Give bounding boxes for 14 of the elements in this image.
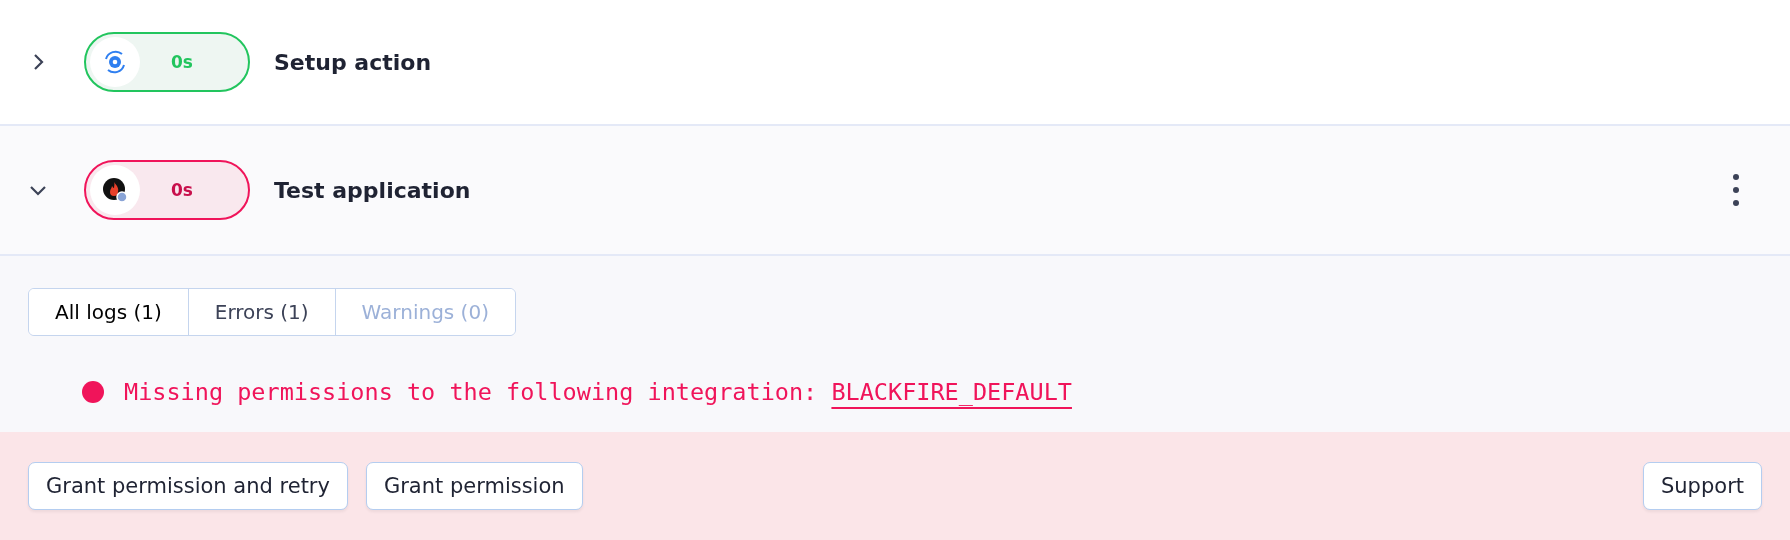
duration-label: 0s bbox=[170, 180, 194, 200]
duration-label: 0s bbox=[170, 52, 194, 72]
more-icon[interactable] bbox=[1732, 172, 1740, 208]
integration-link[interactable]: BLACKFIRE_DEFAULT bbox=[831, 378, 1072, 406]
log-tab[interactable]: Errors (1) bbox=[188, 289, 336, 335]
gear-icon bbox=[102, 49, 128, 75]
action-button[interactable]: Grant permission and retry bbox=[28, 462, 348, 510]
flame-icon bbox=[102, 177, 128, 203]
support-button[interactable]: Support bbox=[1643, 462, 1762, 510]
step-title: Setup action bbox=[274, 49, 433, 75]
log-tab[interactable]: All logs (1) bbox=[29, 289, 189, 335]
action-button[interactable]: Grant permission bbox=[365, 462, 583, 510]
step-title: Test application bbox=[274, 177, 472, 203]
log-message: Missing permissions to the following integration: BLACKFIRE_DEFAULT bbox=[124, 378, 1072, 406]
